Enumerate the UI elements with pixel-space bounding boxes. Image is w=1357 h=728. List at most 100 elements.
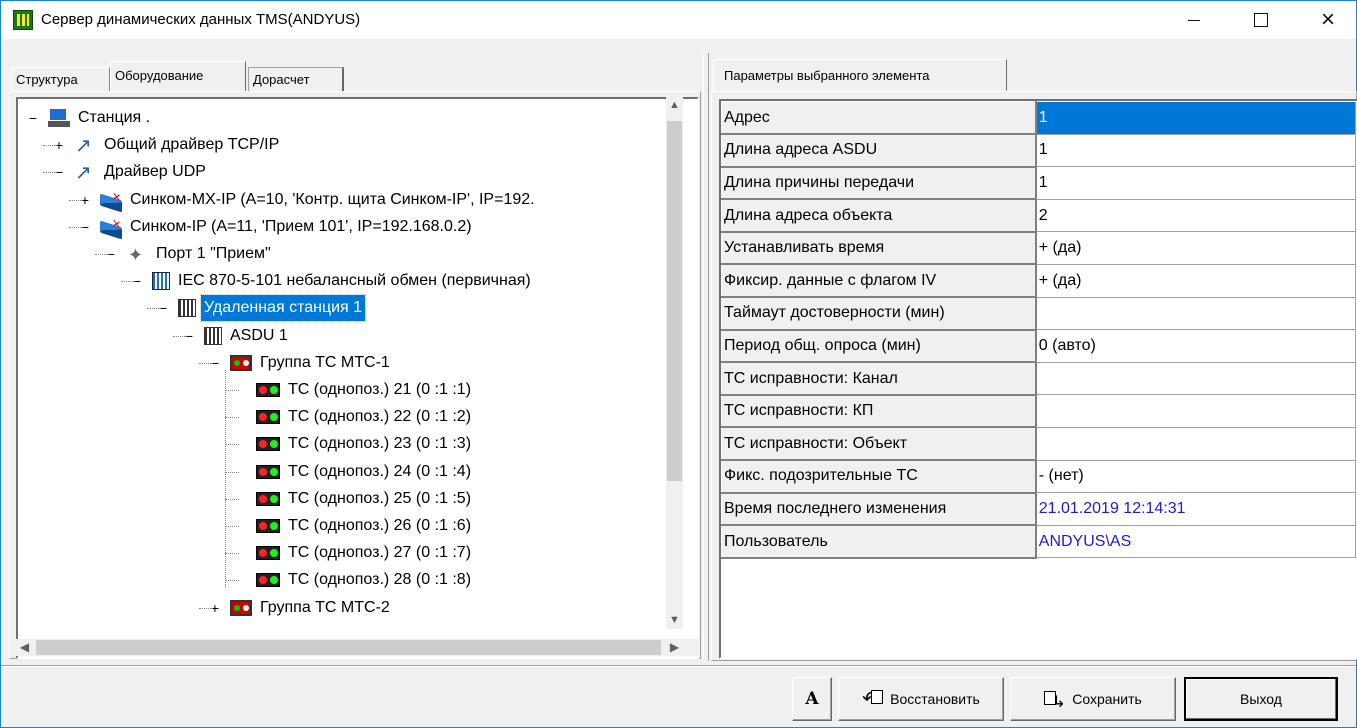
tree-node-label: ТС (однопоз.) 28 (0 :1 :8): [288, 571, 472, 589]
tab-equipment[interactable]: Оборудование: [110, 61, 246, 91]
tree-vertical-scrollbar[interactable]: ▲ ▼: [666, 97, 683, 629]
property-value[interactable]: - (нет): [1035, 460, 1356, 494]
tree-node[interactable]: ТС (однопоз.) 21 (0 :1 :1): [256, 377, 474, 403]
property-value[interactable]: ANDYUS\AS: [1035, 525, 1356, 559]
property-value[interactable]: [1035, 297, 1356, 331]
maximize-button[interactable]: [1238, 1, 1284, 39]
property-row[interactable]: Адрес 1: [721, 101, 1356, 136]
tree-node[interactable]: IEC 870-5-101 небалансный обмен (первичн…: [152, 268, 534, 294]
tree-connector: [225, 580, 239, 582]
property-row[interactable]: Время последнего изменения 21.01.2019 12:…: [721, 492, 1356, 527]
property-row[interactable]: ТС исправности: Канал: [721, 361, 1356, 396]
tree-horizontal-scrollbar[interactable]: ◀ ▶: [16, 639, 683, 656]
restore-button[interactable]: Восстановить: [838, 677, 1004, 721]
tree-node[interactable]: ASDU 1: [204, 323, 291, 349]
property-row[interactable]: Устанавливать время + (да): [721, 231, 1356, 266]
exit-button[interactable]: Выход: [1184, 677, 1338, 721]
scroll-thumb[interactable]: [667, 121, 682, 481]
property-name: ТС исправности: Объект: [721, 426, 1037, 462]
scroll-right-icon[interactable]: ▶: [666, 639, 683, 656]
property-value[interactable]: + (да): [1035, 231, 1356, 265]
tree-node-label: ТС (однопоз.) 23 (0 :1 :3): [288, 435, 472, 453]
tree-node-label: Синком-МХ-IP (A=10, 'Контр. щита Синком-…: [130, 190, 535, 208]
property-row[interactable]: Пользователь ANDYUS\AS: [721, 524, 1356, 559]
property-row[interactable]: ТС исправности: КП: [721, 394, 1356, 429]
tree-node[interactable]: Общий драйвер TCP/IP: [74, 132, 282, 159]
tab-recalc[interactable]: Дорасчет: [248, 67, 344, 91]
tree-connector: [121, 281, 135, 283]
title-bar[interactable]: Сервер динамических данных TMS(ANDYUS): [1, 1, 1356, 39]
property-row[interactable]: Период общ. опроса (мин) 0 (авто): [721, 329, 1356, 364]
save-button[interactable]: Сохранить: [1010, 677, 1176, 721]
property-name: ТС исправности: КП: [721, 394, 1037, 429]
tree-node[interactable]: Группа ТС МТС-2: [230, 595, 393, 621]
properties-table: Адрес 1 Длина адреса ASDU 1 Длина причины пе…: [721, 101, 1356, 559]
minimize-button[interactable]: [1171, 1, 1217, 39]
tree-node[interactable]: Удаленная станция 1: [178, 294, 367, 323]
tree-node[interactable]: Порт 1 "Прием": [126, 241, 274, 268]
tms-app-icon: [13, 10, 33, 30]
property-name: Таймаут достоверности (мин): [721, 296, 1037, 331]
property-value[interactable]: 0 (авто): [1035, 329, 1356, 363]
tree-node[interactable]: Синком-МХ-IP (A=10, 'Контр. щита Синком-…: [100, 187, 538, 213]
panel-splitter[interactable]: [703, 53, 709, 661]
port-icon: [126, 242, 148, 268]
property-row[interactable]: Длина адреса объекта 2: [721, 198, 1356, 233]
tree-node[interactable]: Драйвер UDP: [74, 159, 209, 186]
property-value[interactable]: 1: [1035, 101, 1356, 135]
tree-node[interactable]: ТС (однопоз.) 26 (0 :1 :6): [256, 513, 474, 539]
tree-connector: [225, 471, 239, 473]
restore-icon: [862, 686, 884, 711]
property-value[interactable]: [1035, 362, 1356, 396]
tree-node[interactable]: Станция .: [48, 105, 153, 131]
tree-node[interactable]: Группа ТС МТС-1: [230, 350, 393, 376]
property-value[interactable]: [1035, 427, 1356, 461]
hscroll-thumb[interactable]: [36, 640, 661, 655]
ts-icon: [256, 437, 280, 452]
tree-node[interactable]: ТС (однопоз.) 22 (0 :1 :2): [256, 404, 474, 430]
tree-node-label: Драйвер UDP: [104, 163, 206, 181]
property-value[interactable]: + (да): [1035, 264, 1356, 298]
tree-connector: [225, 498, 239, 500]
property-value[interactable]: 1: [1035, 166, 1356, 200]
tree-node[interactable]: ТС (однопоз.) 27 (0 :1 :7): [256, 540, 474, 566]
scroll-down-icon[interactable]: ▼: [666, 612, 683, 629]
tab-selected-element-params[interactable]: Параметры выбранного элемента: [713, 59, 1007, 91]
property-value[interactable]: 2: [1035, 199, 1356, 233]
property-row[interactable]: ТС исправности: Объект: [721, 426, 1356, 462]
tree-node[interactable]: ТС (однопоз.) 24 (0 :1 :4): [256, 459, 474, 485]
property-name: Адрес: [721, 101, 1037, 136]
property-row[interactable]: Длина адреса ASDU 1: [721, 133, 1356, 168]
asdu-icon: [204, 326, 222, 345]
property-row[interactable]: Таймаут достоверности (мин): [721, 296, 1356, 331]
tree-connector: [173, 335, 187, 337]
property-name: Длина адреса объекта: [721, 198, 1037, 233]
property-value[interactable]: [1035, 394, 1356, 428]
property-row[interactable]: Фиксир. данные с флагом IV + (да): [721, 263, 1356, 299]
tree-node[interactable]: Синком-IP (A=11, 'Прием 101', IP=192.168…: [100, 214, 475, 240]
property-value[interactable]: 21.01.2019 12:14:31: [1035, 492, 1356, 526]
restore-label: Восстановить: [890, 691, 980, 707]
ts-icon: [256, 410, 280, 425]
tree-node[interactable]: ТС (однопоз.) 23 (0 :1 :3): [256, 431, 474, 457]
tree-node-label: IEC 870-5-101 небалансный обмен (первичн…: [178, 272, 531, 290]
tree-node[interactable]: ТС (однопоз.) 25 (0 :1 :5): [256, 486, 474, 512]
tree-node-label: ТС (однопоз.) 22 (0 :1 :2): [288, 408, 472, 426]
property-row[interactable]: Длина причины передачи 1: [721, 166, 1356, 201]
tab-structure[interactable]: Структура: [11, 67, 110, 91]
equipment-tree[interactable]: Станция .−Общий драйвер TCP/IP+Драйвер U…: [16, 97, 699, 659]
property-row[interactable]: Фикс. подозрительные ТС - (нет): [721, 459, 1356, 494]
scroll-corner: [683, 639, 700, 656]
tree-node-label: Порт 1 "Прием": [156, 245, 271, 262]
scroll-up-icon[interactable]: ▲: [666, 97, 683, 114]
driver-icon: [74, 133, 96, 159]
font-button[interactable]: A: [792, 677, 832, 721]
close-button[interactable]: [1305, 1, 1351, 39]
collapse-icon[interactable]: −: [28, 105, 38, 131]
property-value[interactable]: 1: [1035, 134, 1356, 168]
group-icon: [230, 354, 252, 371]
tree-connector: [225, 444, 239, 446]
scroll-left-icon[interactable]: ◀: [16, 639, 33, 656]
group-icon: [230, 599, 252, 616]
tree-node[interactable]: ТС (однопоз.) 28 (0 :1 :8): [256, 567, 474, 593]
